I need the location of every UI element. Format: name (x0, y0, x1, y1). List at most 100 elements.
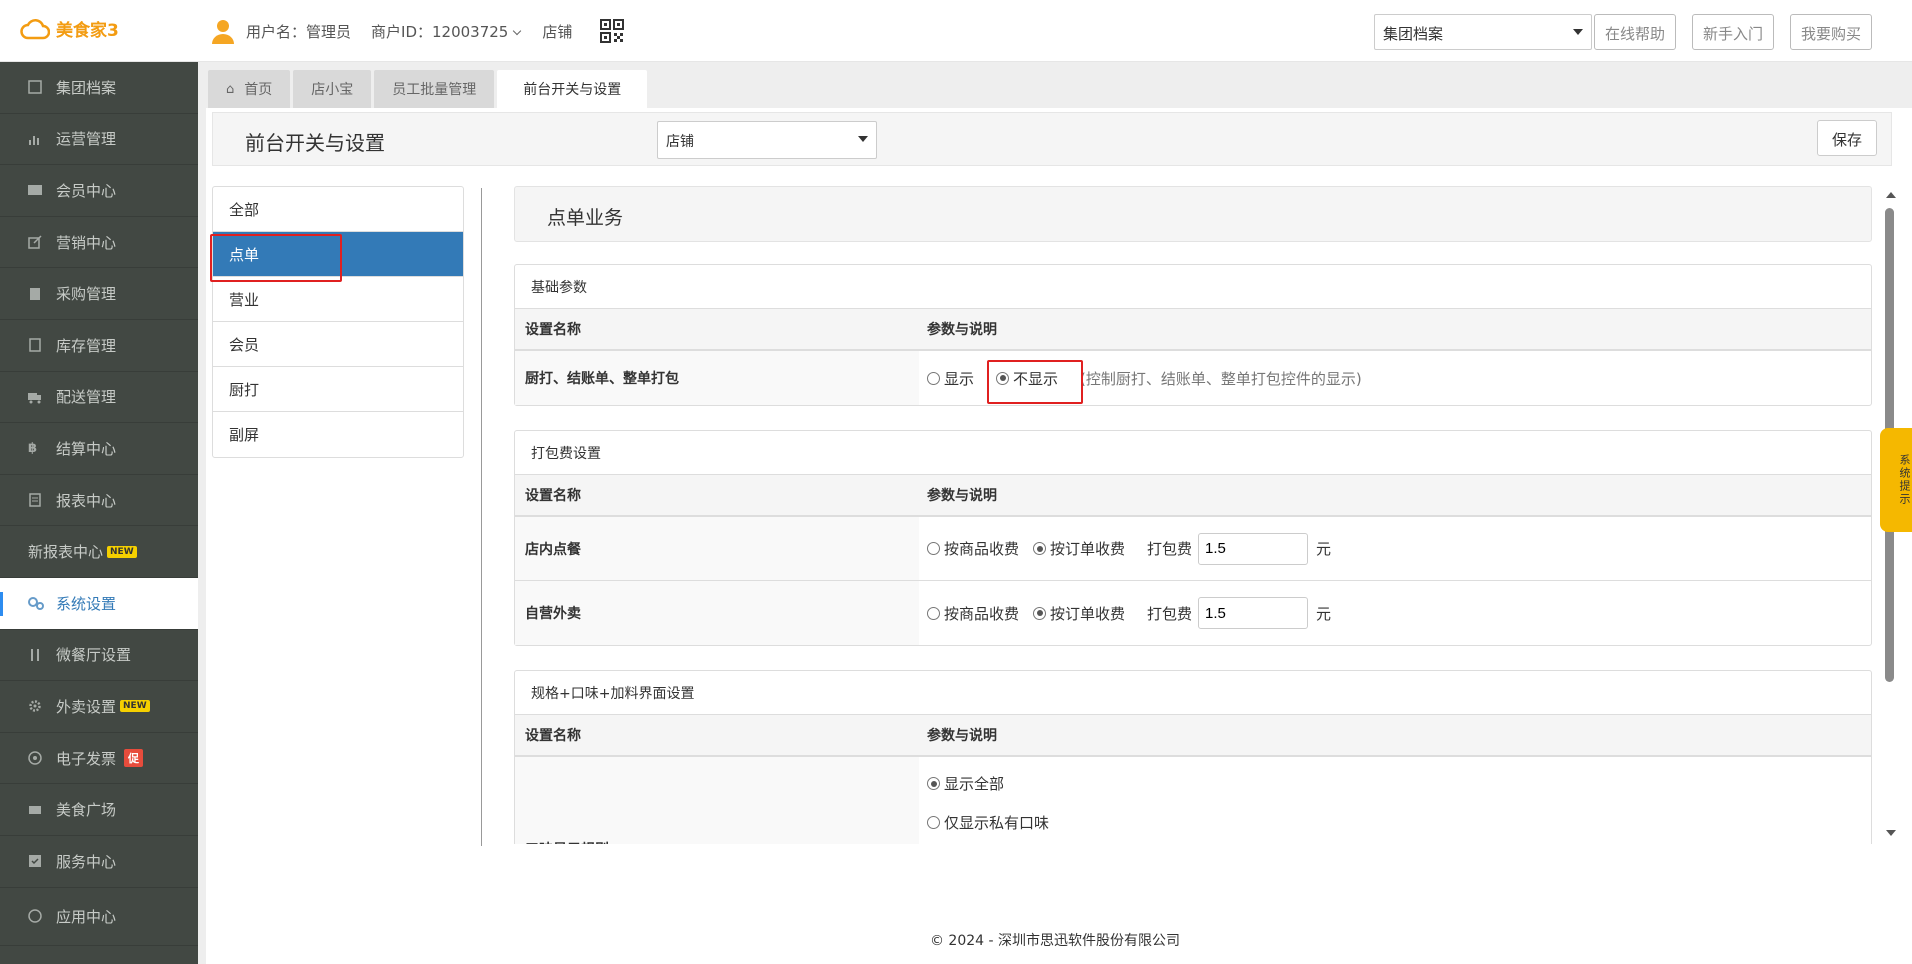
radio-show-all[interactable]: 显示全部 (927, 773, 1004, 794)
user-info: 用户名：管理员 商户ID：12003725 店铺 (210, 18, 625, 44)
radio-by-order[interactable]: 按订单收费 (1033, 538, 1125, 559)
sidebar-item-purchasing[interactable]: 采购管理 (0, 268, 198, 320)
tab-staff-batch[interactable]: 员工批量管理 (374, 70, 495, 108)
gears-icon (28, 596, 44, 611)
highlight-box (210, 234, 342, 282)
food-icon (28, 803, 44, 817)
col-param-header: 参数与说明 (927, 488, 997, 504)
store-link[interactable]: 店铺 (542, 21, 572, 42)
radio-show[interactable]: 显示 (927, 368, 974, 389)
radio-checked-icon (1033, 606, 1047, 620)
truck-icon (28, 390, 44, 404)
tab-dianxiaobao[interactable]: 店小宝 (293, 70, 372, 108)
panel-heading: 规格+口味+加料界面设置 (515, 671, 1871, 715)
save-button[interactable]: 保存 (1817, 120, 1877, 156)
tab-label: 员工批量管理 (392, 82, 477, 98)
setting-params: 显示全部 仅显示私有口味 (919, 757, 1871, 844)
page-title: 前台开关与设置 (245, 131, 385, 155)
category-kitchen-print[interactable]: 厨打 (213, 367, 463, 412)
spec-taste-panel: 规格+口味+加料界面设置 设置名称 参数与说明 口味显示规则 显示全部 仅显示私… (514, 670, 1872, 844)
fee-input[interactable] (1198, 532, 1309, 565)
table-header: 设置名称 参数与说明 (515, 715, 1871, 757)
tab-frontend-settings[interactable]: 前台开关与设置 (497, 70, 648, 108)
sidebar-item-label: 美食广场 (56, 801, 117, 820)
sidebar-item-e-invoice[interactable]: 电子发票促 (0, 733, 198, 785)
merchant-id-label: 商户ID：12003725 (371, 22, 509, 41)
radio-by-order[interactable]: 按订单收费 (1033, 603, 1125, 624)
buy-button[interactable]: 我要购买 (1790, 14, 1873, 50)
sidebar-item-label: 服务中心 (56, 852, 117, 871)
col-name-header: 设置名称 (525, 488, 581, 504)
member-card-icon (28, 183, 44, 197)
tab-home[interactable]: ⌂ 首页 (208, 70, 291, 108)
sidebar-item-reports[interactable]: 报表中心 (0, 475, 198, 527)
category-business[interactable]: 营业 (213, 277, 463, 322)
sidebar-item-label: 营销中心 (56, 233, 117, 252)
sidebar-item-food-plaza[interactable]: 美食广场 (0, 784, 198, 836)
panel-heading: 基础参数 (515, 265, 1871, 309)
sidebar-item-operations[interactable]: 运营管理 (0, 114, 198, 166)
group-select[interactable]: 集团档案 (1374, 14, 1592, 50)
sidebar-item-label: 新报表中心 (28, 543, 104, 562)
scroll-up-arrow-icon[interactable] (1886, 192, 1896, 198)
book-icon (28, 287, 44, 301)
col-param-header: 参数与说明 (927, 728, 997, 744)
new-badge: NEW (107, 545, 137, 558)
app-logo[interactable]: 美食家3 (20, 16, 119, 41)
sidebar-item-label: 应用中心 (56, 907, 117, 926)
radio-label: 按商品收费 (944, 540, 1020, 558)
category-member[interactable]: 会员 (213, 322, 463, 367)
online-help-button[interactable]: 在线帮助 (1594, 14, 1677, 50)
sidebar-item-group-archive[interactable]: 集团档案 (0, 62, 198, 114)
sidebar-item-delivery[interactable]: 配送管理 (0, 372, 198, 424)
group-select-value: 集团档案 (1383, 25, 1444, 43)
tab-bar: ⌂ 首页 店小宝 员工批量管理 前台开关与设置 (208, 70, 650, 108)
col-param-header: 参数与说明 (927, 322, 997, 338)
fee-input[interactable] (1198, 597, 1309, 629)
setting-params: 按商品收费 按订单收费 打包费 元 (919, 581, 1871, 645)
col-name-header: 设置名称 (525, 322, 581, 338)
sidebar-item-service-center[interactable]: 服务中心 (0, 836, 198, 888)
service-icon (28, 854, 44, 868)
sidebar-item-new-reports[interactable]: 新报表中心 NEW (0, 526, 198, 578)
tab-label: 首页 (244, 82, 273, 98)
sidebar-item-inventory[interactable]: 库存管理 (0, 320, 198, 372)
sidebar-item-settlement[interactable]: ฿ 结算中心 (0, 423, 198, 475)
radio-label: 按商品收费 (944, 604, 1020, 623)
sidebar-item-member-center[interactable]: 会员中心 (0, 165, 198, 217)
qr-code-icon[interactable] (600, 19, 625, 43)
scroll-down-arrow-icon[interactable] (1886, 830, 1896, 836)
sidebar-item-label: 会员中心 (56, 181, 117, 200)
logo-text: 美食家3 (56, 21, 119, 41)
table-header: 设置名称 参数与说明 (515, 309, 1871, 351)
sidebar-item-label: 系统设置 (56, 594, 117, 613)
content-panel: 前台开关与设置 店铺 保存 全部 点单 营业 会员 厨打 副屏 点单业务 基础参… (206, 108, 1912, 964)
section-title: 点单业务 (547, 207, 624, 229)
system-tip-tab[interactable]: 系统提示 (1880, 428, 1912, 532)
sidebar-item-marketing[interactable]: 营销中心 (0, 217, 198, 269)
app-icon (28, 909, 44, 923)
category-all[interactable]: 全部 (213, 187, 463, 232)
sidebar-item-takeout-settings[interactable]: 外卖设置 NEW (0, 681, 198, 733)
setting-name: 店内点餐 (515, 517, 919, 580)
radio-by-goods[interactable]: 按商品收费 (927, 603, 1019, 624)
caret-down-icon (1573, 29, 1583, 35)
radio-by-goods[interactable]: 按商品收费 (927, 538, 1019, 559)
sidebar-item-micro-restaurant[interactable]: 微餐厅设置 (0, 630, 198, 682)
radio-checked-icon (927, 777, 940, 790)
sidebar-item-system-settings[interactable]: 系统设置 (0, 577, 198, 630)
sidebar-item-label: 配送管理 (56, 388, 117, 407)
basic-params-panel: 基础参数 设置名称 参数与说明 厨打、结账单、整单打包 显示 不显示 (控制厨打… (514, 264, 1872, 406)
newbie-guide-button[interactable]: 新手入门 (1692, 14, 1775, 50)
store-select[interactable]: 店铺 (657, 121, 877, 159)
sidebar-item-app-center[interactable]: 应用中心 (0, 888, 198, 946)
merchant-id-dropdown[interactable]: 商户ID：12003725 (371, 21, 522, 42)
radio-private-only[interactable]: 仅显示私有口味 (927, 812, 1049, 833)
radio-label: 显示全部 (944, 775, 1005, 793)
username-label: 用户名：管理员 (246, 22, 352, 41)
unit-label: 元 (1316, 540, 1332, 558)
gear-icon (28, 699, 44, 713)
sidebar-item-label: 库存管理 (56, 336, 117, 355)
category-secondary-screen[interactable]: 副屏 (213, 412, 463, 457)
bar-chart-icon (28, 132, 44, 146)
